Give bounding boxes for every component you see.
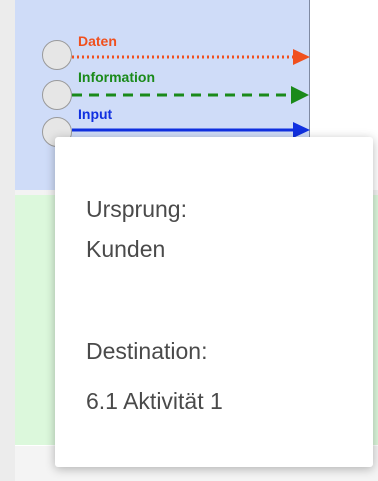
tooltip-destination-label: Destination:	[86, 338, 208, 364]
tooltip-origin-value: Kunden	[86, 236, 166, 262]
daten-arrowhead	[293, 49, 310, 65]
tooltip-origin-label: Ursprung:	[86, 196, 187, 222]
input-arrowhead	[293, 122, 310, 138]
tooltip-destination-value: 6.1 Aktivität 1	[86, 388, 223, 414]
legend-label-information: Information	[78, 69, 155, 85]
flow-tooltip: Ursprung: Kunden Destination: 6.1 Aktivi…	[55, 137, 373, 467]
legend-label-daten: Daten	[78, 33, 117, 49]
information-arrowhead	[291, 86, 309, 104]
legend-label-input: Input	[78, 106, 113, 122]
diagram-canvas: Daten Information Input Ursprung: Kunden…	[0, 0, 378, 481]
